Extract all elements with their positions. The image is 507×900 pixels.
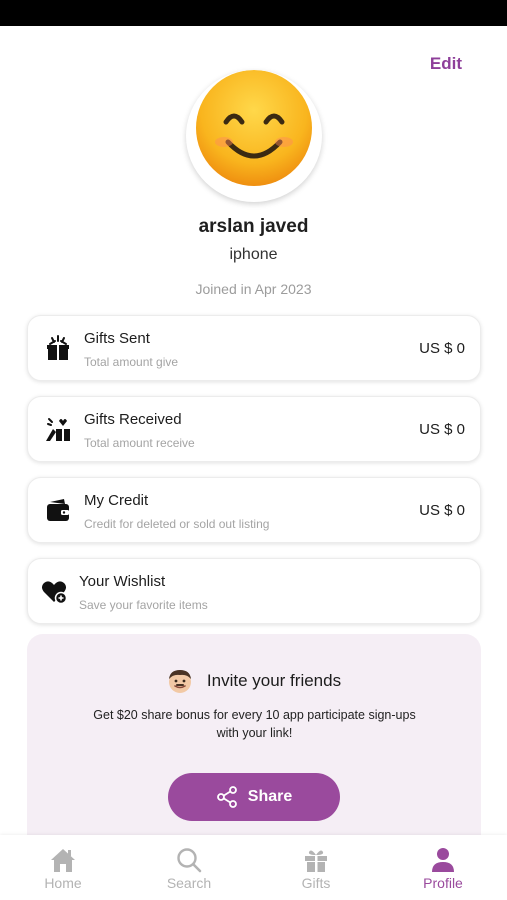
tab-label: Home — [44, 875, 82, 891]
home-icon — [51, 849, 75, 872]
card-title: My Credit — [84, 492, 149, 509]
card-subtitle: Save your favorite items — [79, 598, 208, 612]
joined-date: Joined in Apr 2023 — [195, 281, 312, 297]
my-credit-card[interactable]: My Credit Credit for deleted or sold out… — [27, 477, 481, 543]
man-face-emoji-icon — [168, 670, 191, 693]
card-title: Gifts Sent — [84, 330, 150, 347]
profile-icon — [432, 848, 454, 872]
tab-gifts[interactable]: Gifts — [271, 845, 361, 891]
gift-hands-icon — [46, 418, 70, 441]
tab-profile[interactable]: Profile — [398, 845, 488, 891]
smiling-face-emoji-icon — [196, 70, 312, 186]
tab-label: Search — [166, 875, 212, 891]
card-amount: US $ 0 — [419, 340, 465, 357]
user-name: arslan javed — [198, 216, 309, 237]
card-subtitle: Credit for deleted or sold out listing — [84, 517, 270, 531]
invite-title: Invite your friends — [206, 671, 342, 690]
tab-label: Profile — [423, 875, 463, 891]
wallet-icon — [47, 499, 69, 521]
tab-label: Gifts — [301, 875, 331, 891]
bottom-tab-bar: Home Search Gifts Profile — [0, 835, 507, 900]
share-icon — [216, 786, 237, 808]
gifts-received-card[interactable]: Gifts Received Total amount receive US $… — [27, 396, 481, 462]
share-label: Share — [247, 788, 293, 805]
heart-add-icon — [42, 581, 68, 605]
tab-home[interactable]: Home — [18, 845, 108, 891]
card-title: Your Wishlist — [79, 573, 166, 590]
card-amount: US $ 0 — [419, 421, 465, 438]
card-subtitle: Total amount receive — [84, 436, 195, 450]
card-subtitle: Total amount give — [84, 355, 179, 369]
invite-panel: Invite your friends Get $20 share bonus … — [27, 634, 481, 864]
invite-description: Get $20 share bonus for every 10 app par… — [93, 708, 416, 740]
edit-button[interactable]: Edit — [430, 54, 462, 74]
gift-box-open-icon — [47, 335, 69, 360]
share-button[interactable]: Share — [168, 773, 340, 821]
tab-search[interactable]: Search — [144, 845, 234, 891]
invite-header: Invite your friends — [27, 668, 481, 694]
status-bar — [0, 0, 507, 26]
search-icon — [177, 848, 202, 873]
card-title: Gifts Received — [84, 411, 182, 428]
gifts-sent-card[interactable]: Gifts Sent Total amount give US $ 0 — [27, 315, 481, 381]
card-amount: US $ 0 — [419, 502, 465, 519]
gift-icon — [305, 850, 327, 872]
user-device: iphone — [229, 246, 278, 263]
wishlist-card[interactable]: Your Wishlist Save your favorite items — [27, 558, 481, 624]
avatar[interactable] — [186, 70, 322, 202]
